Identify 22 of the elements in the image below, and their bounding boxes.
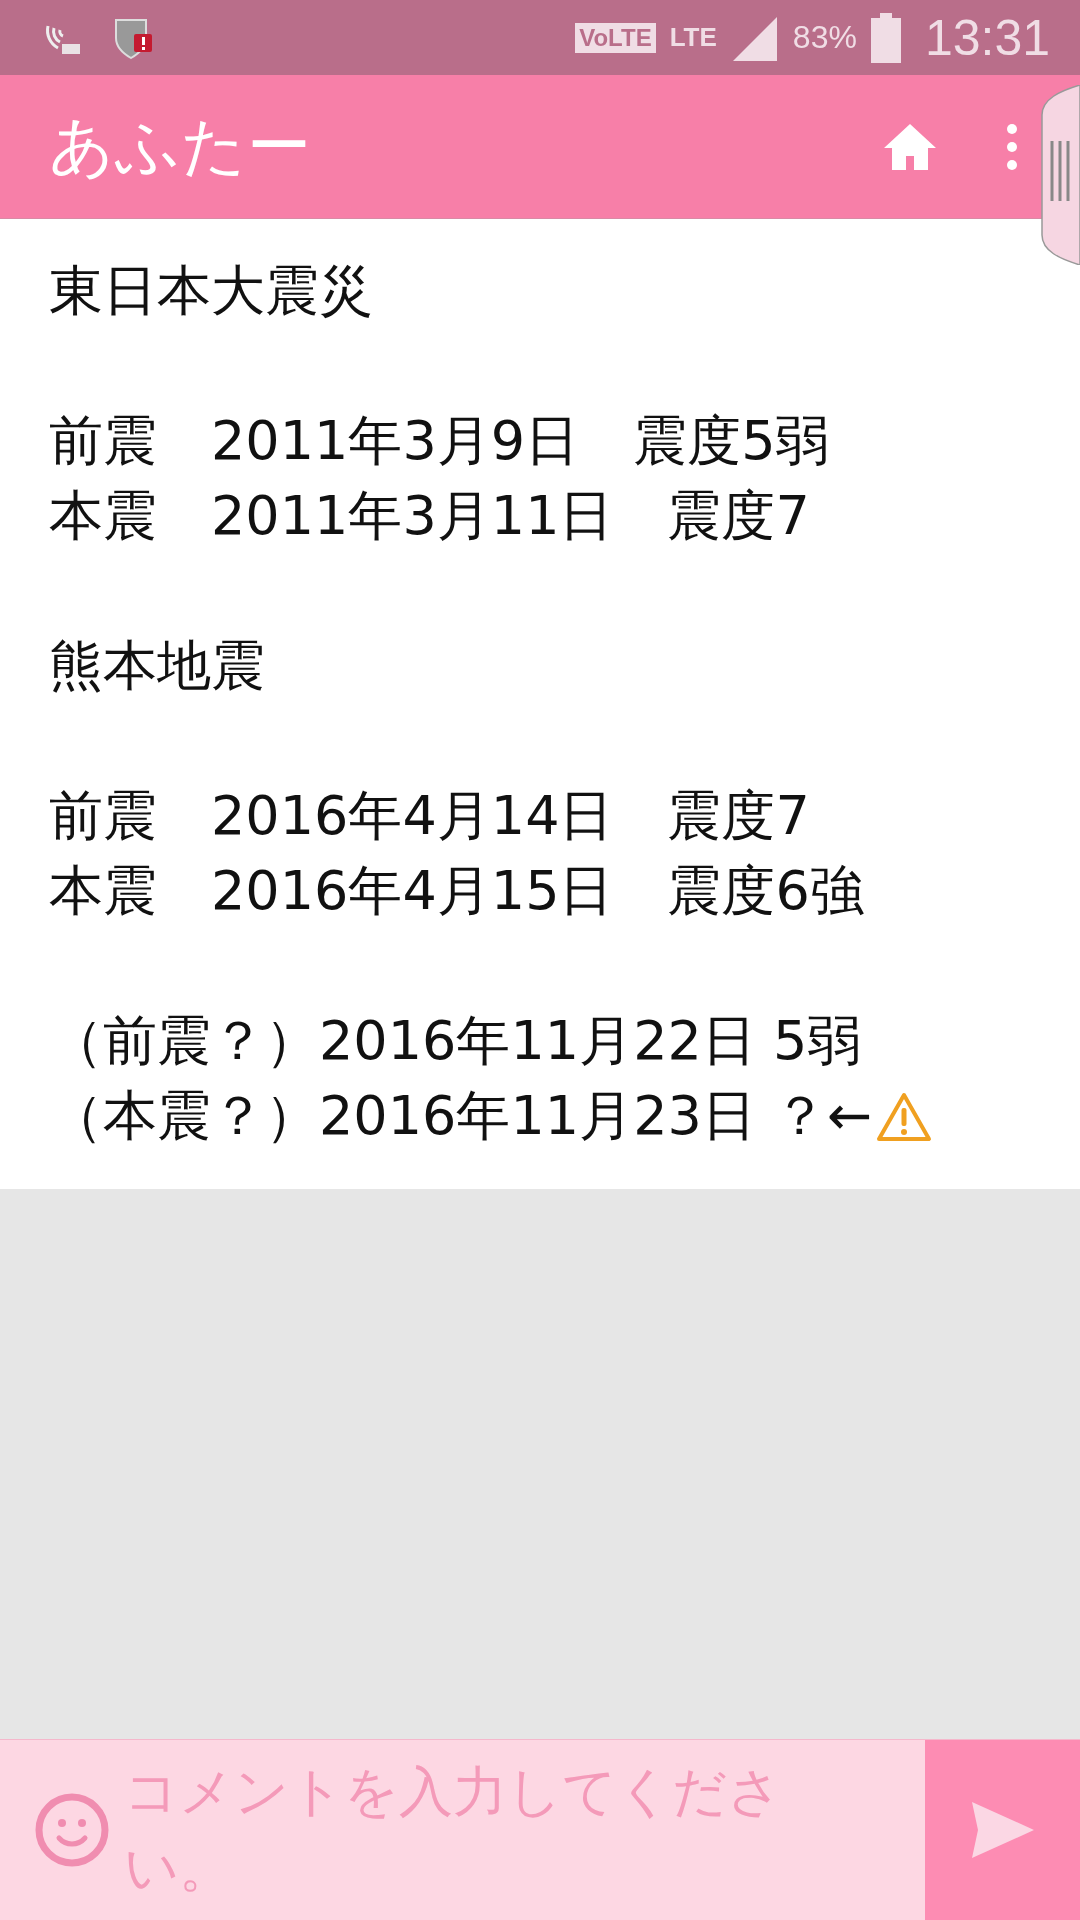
post-text: 熊本地震: [49, 633, 265, 699]
app-title: あふたー: [49, 108, 312, 185]
comment-box[interactable]: コメントを入力してください。: [0, 1740, 925, 1920]
post-text: 前震 2016年4月14日 震度7: [49, 783, 810, 849]
post-text: （本震？）2016年11月23日 ？←: [49, 1083, 873, 1149]
post-text: 前震 2011年3月9日 震度5弱: [49, 408, 830, 474]
post-text: （前震？）2016年11月22日 5弱: [49, 1008, 862, 1074]
clock: 13:31: [924, 8, 1050, 67]
home-icon[interactable]: [882, 121, 938, 172]
battery-percent: 83%: [792, 19, 857, 56]
post-text: 本震 2016年4月15日 震度6強: [49, 858, 864, 924]
more-options-icon[interactable]: [1006, 122, 1018, 171]
send-icon: [969, 1800, 1036, 1860]
smiley-icon[interactable]: [34, 1792, 110, 1868]
volte-indicator: VoLTE: [575, 22, 656, 53]
edge-panel-handle[interactable]: [1040, 85, 1080, 265]
post-text: 東日本大震災: [49, 258, 373, 324]
comment-field[interactable]: コメントを入力してください。: [124, 1746, 814, 1914]
network-type: LTE: [669, 22, 717, 53]
post-text: 本震 2011年3月11日 震度7: [49, 483, 810, 549]
send-button[interactable]: [925, 1740, 1080, 1920]
battery-icon: [870, 12, 901, 63]
